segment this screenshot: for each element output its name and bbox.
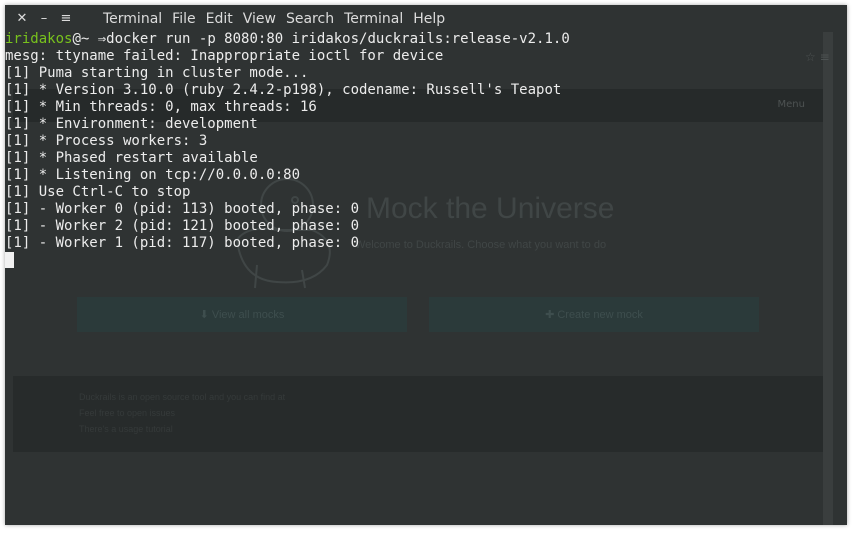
background-footer: Duckrails is an open source tool and you… (13, 376, 823, 452)
output-line: [1] * Process workers: 3 (5, 133, 208, 149)
view-all-mocks-button: ⬇ View all mocks (77, 297, 407, 332)
menu-edit[interactable]: Edit (206, 11, 233, 27)
menu-list: Terminal File Edit View Search Terminal … (103, 11, 455, 27)
prompt-path: @~ (72, 31, 90, 47)
menu-terminal-2[interactable]: Terminal (344, 11, 403, 27)
cursor-line (5, 252, 847, 269)
menu-search[interactable]: Search (286, 11, 334, 27)
output-line: [1] - Worker 2 (pid: 121) booted, phase:… (5, 218, 360, 234)
terminal-output[interactable]: iridakos@~ ⇒docker run -p 8080:80 iridak… (5, 31, 847, 269)
menu-file[interactable]: File (172, 11, 195, 27)
command-text: docker run -p 8080:80 iridakos/duckrails… (106, 31, 570, 47)
output-line: [1] * Phased restart available (5, 150, 258, 166)
output-line: mesg: ttyname failed: Inappropriate ioct… (5, 48, 444, 64)
hamburger-menu-icon[interactable]: ≡ (55, 11, 77, 26)
footer-line: Feel free to open issues (79, 408, 176, 418)
menu-bar: ✕ – ≡ Terminal File Edit View Search Ter… (5, 5, 847, 32)
output-line: [1] Puma starting in cluster mode... (5, 65, 309, 81)
output-line: [1] Use Ctrl-C to stop (5, 184, 191, 200)
prompt-user: iridakos (5, 31, 73, 47)
terminal-window: ☆ ≡ Menu Mock the Universe Welcome to Du… (5, 5, 847, 525)
output-line: [1] * Min threads: 0, max threads: 16 (5, 99, 317, 115)
menu-view[interactable]: View (243, 11, 276, 27)
output-line: [1] - Worker 0 (pid: 113) booted, phase:… (5, 201, 360, 217)
menu-terminal[interactable]: Terminal (103, 11, 162, 27)
output-line: [1] * Environment: development (5, 116, 258, 132)
text-cursor (5, 252, 14, 268)
close-icon[interactable]: ✕ (11, 11, 33, 26)
output-line: [1] - Worker 1 (pid: 117) booted, phase:… (5, 235, 360, 251)
minimize-icon[interactable]: – (33, 11, 55, 26)
create-new-mock-button: ✚ Create new mock (429, 297, 759, 332)
output-line: [1] * Listening on tcp://0.0.0.0:80 (5, 167, 301, 183)
output-line: [1] * Version 3.10.0 (ruby 2.4.2-p198), … (5, 82, 562, 98)
command-line: iridakos@~ ⇒docker run -p 8080:80 iridak… (5, 31, 847, 48)
prompt-arrow-icon: ⇒ (97, 31, 107, 47)
footer-line: Duckrails is an open source tool and you… (79, 392, 286, 402)
menu-help[interactable]: Help (413, 11, 445, 27)
footer-line: There's a usage tutorial (79, 424, 173, 434)
